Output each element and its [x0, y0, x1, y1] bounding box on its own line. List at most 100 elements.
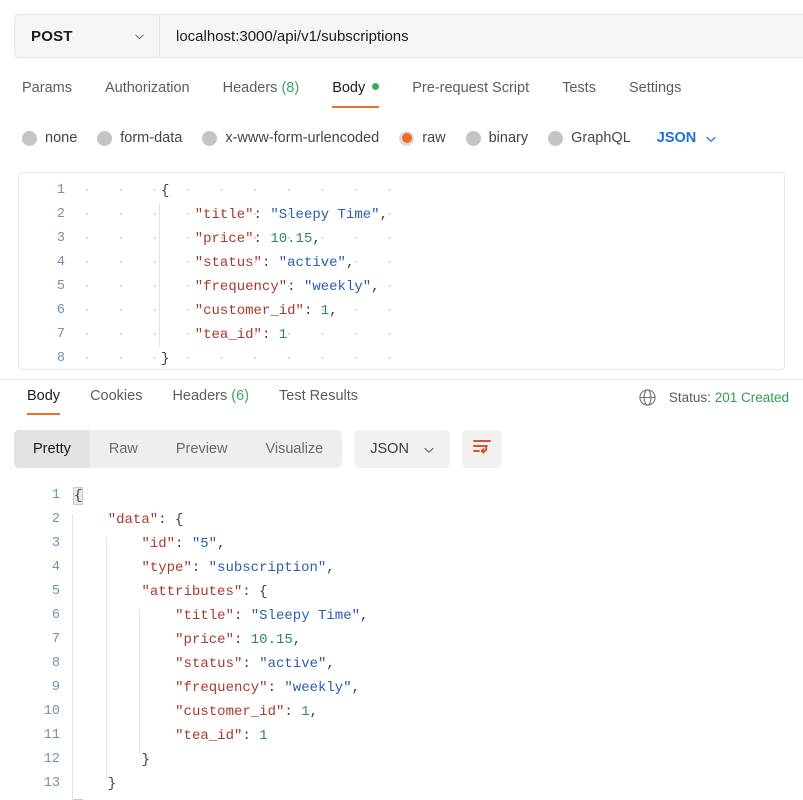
code-line: 6 · · · · · · · · · · "customer_id": 1, — [19, 299, 784, 323]
body-type-none[interactable]: none — [22, 130, 77, 146]
view-mode-raw-label: Raw — [108, 441, 138, 457]
body-type-graphql[interactable]: GraphQL — [548, 130, 631, 146]
code-token: 1 — [320, 303, 330, 319]
code-text: "type": "subscription", — [141, 556, 334, 580]
tab-pre-request-script[interactable]: Pre-request Script — [412, 74, 529, 108]
code-token: , — [351, 680, 361, 696]
view-mode-preview-label: Preview — [175, 441, 228, 457]
tab-headers-count: (8) — [281, 80, 300, 96]
code-token: , — [329, 303, 338, 319]
line-number: 3 — [56, 231, 65, 246]
code-text: { — [72, 484, 84, 508]
request-body-editor[interactable]: 1 · · · · · · · · · · { 2 · · · · · · · · ·… — [18, 172, 785, 370]
http-method-label: POST — [31, 27, 73, 45]
tab-params[interactable]: Params — [22, 74, 72, 108]
tab-body[interactable]: Body — [332, 74, 380, 108]
code-token: { — [161, 183, 170, 199]
tab-settings[interactable]: Settings — [629, 74, 681, 108]
tab-body-active-underline — [332, 105, 380, 108]
response-body-viewer[interactable]: 1{2 "data": {3 "id": "5", 4 "type": "subscri… — [0, 484, 803, 800]
code-token: "weekly" — [303, 279, 372, 295]
request-body-code[interactable]: 1 · · · · · · · · · · { 2 · · · · · · · · ·… — [19, 179, 784, 369]
body-type-binary[interactable]: binary — [465, 130, 528, 146]
code-token: { — [174, 512, 184, 528]
view-mode-raw[interactable]: Raw — [90, 430, 157, 468]
code-line: 5 · · · · · · · · · · "frequency": "weekl… — [19, 275, 784, 299]
chevron-down-icon — [705, 133, 716, 144]
code-token: "5" — [191, 536, 218, 552]
code-token: , — [217, 536, 226, 552]
response-format-dropdown[interactable]: JSON — [354, 430, 450, 468]
view-mode-visualize[interactable]: Visualize — [246, 430, 342, 468]
code-text: } — [141, 748, 149, 772]
code-line: 13} — [0, 772, 803, 796]
code-line: 8 · · · · · · · · · · } — [19, 347, 784, 369]
line-number: 2 — [56, 207, 65, 222]
code-token: "subscription" — [208, 560, 327, 576]
code-token: "weekly" — [284, 680, 352, 696]
radio-icon — [548, 130, 564, 146]
line-number: 10 — [43, 704, 60, 719]
body-type-form-data[interactable]: form-data — [97, 130, 182, 146]
tab-headers[interactable]: Headers (8) — [223, 74, 300, 108]
code-text: } — [108, 772, 116, 796]
code-line: 1 · · · · · · · · · · { — [19, 179, 784, 203]
response-tab-cookies[interactable]: Cookies — [90, 382, 142, 415]
code-token: , — [309, 704, 318, 720]
request-format-dropdown[interactable]: JSON — [657, 130, 717, 146]
code-token: : — [261, 327, 279, 343]
response-tab-test-results[interactable]: Test Results — [279, 382, 358, 415]
code-text: } — [161, 347, 170, 369]
code-line: 6 "title": "Sleepy Time", — [0, 604, 803, 628]
code-text: "id": "5", — [141, 532, 225, 556]
code-text: "frequency": "weekly", — [195, 275, 380, 299]
line-number: 7 — [56, 327, 65, 342]
view-mode-preview[interactable]: Preview — [157, 430, 247, 468]
code-token: : — [233, 608, 251, 624]
code-line: 2 "data": { — [0, 508, 803, 532]
code-line: 10 "customer_id": 1, — [0, 700, 803, 724]
response-format-label: JSON — [370, 441, 409, 457]
globe-icon — [638, 388, 657, 407]
code-text: "customer_id": 1, — [195, 299, 338, 323]
radio-icon — [202, 130, 218, 146]
code-token: } — [161, 351, 170, 367]
line-number: 3 — [51, 536, 60, 551]
code-line: 11 "tea_id": 1 — [0, 724, 803, 748]
url-bar: POST localhost:3000/api/v1/subscriptions — [14, 14, 803, 58]
response-tab-body[interactable]: Body — [27, 382, 61, 415]
tab-tests[interactable]: Tests — [562, 74, 596, 108]
body-type-x-www-form-urlencoded-label: x-www-form-urlencoded — [225, 130, 380, 146]
body-type-x-www-form-urlencoded[interactable]: x-www-form-urlencoded — [202, 130, 379, 146]
http-method-dropdown[interactable]: POST — [15, 15, 160, 57]
response-tab-cookies-label: Cookies — [90, 388, 143, 404]
tab-authorization[interactable]: Authorization — [105, 74, 190, 108]
radio-selected-icon — [399, 130, 415, 146]
tab-tests-label: Tests — [562, 80, 596, 96]
line-number: 7 — [51, 632, 60, 647]
url-input[interactable]: localhost:3000/api/v1/subscriptions — [160, 15, 803, 57]
line-number: 14 — [10, 796, 60, 800]
code-token: } — [141, 752, 150, 768]
code-token: "customer_id" — [194, 303, 304, 319]
tab-headers-label: Headers — [222, 80, 278, 96]
response-tab-headers[interactable]: Headers (6) — [172, 382, 249, 415]
response-tab-headers-label: Headers — [172, 388, 228, 404]
word-wrap-toggle-button[interactable] — [461, 430, 502, 468]
code-token: "status" — [175, 656, 243, 672]
code-token: : — [287, 279, 304, 295]
whitespace-dots: · · · · · · · · · · — [83, 183, 420, 199]
code-text: "attributes": { — [141, 580, 267, 604]
tab-params-label: Params — [22, 80, 72, 96]
code-token: , — [312, 231, 321, 247]
code-text: "frequency": "weekly", — [175, 676, 360, 700]
view-mode-visualize-label: Visualize — [265, 441, 324, 457]
code-line: 7 "price": 10.15, — [0, 628, 803, 652]
line-number: 6 — [51, 608, 60, 623]
code-token: "active" — [278, 255, 346, 271]
code-text: "tea_id": 1 — [195, 323, 287, 347]
view-mode-pretty[interactable]: Pretty — [14, 430, 90, 468]
radio-icon — [465, 130, 481, 146]
response-body-code[interactable]: 1{2 "data": {3 "id": "5", 4 "type": "subscri… — [0, 484, 803, 800]
body-type-raw[interactable]: raw — [399, 130, 446, 146]
